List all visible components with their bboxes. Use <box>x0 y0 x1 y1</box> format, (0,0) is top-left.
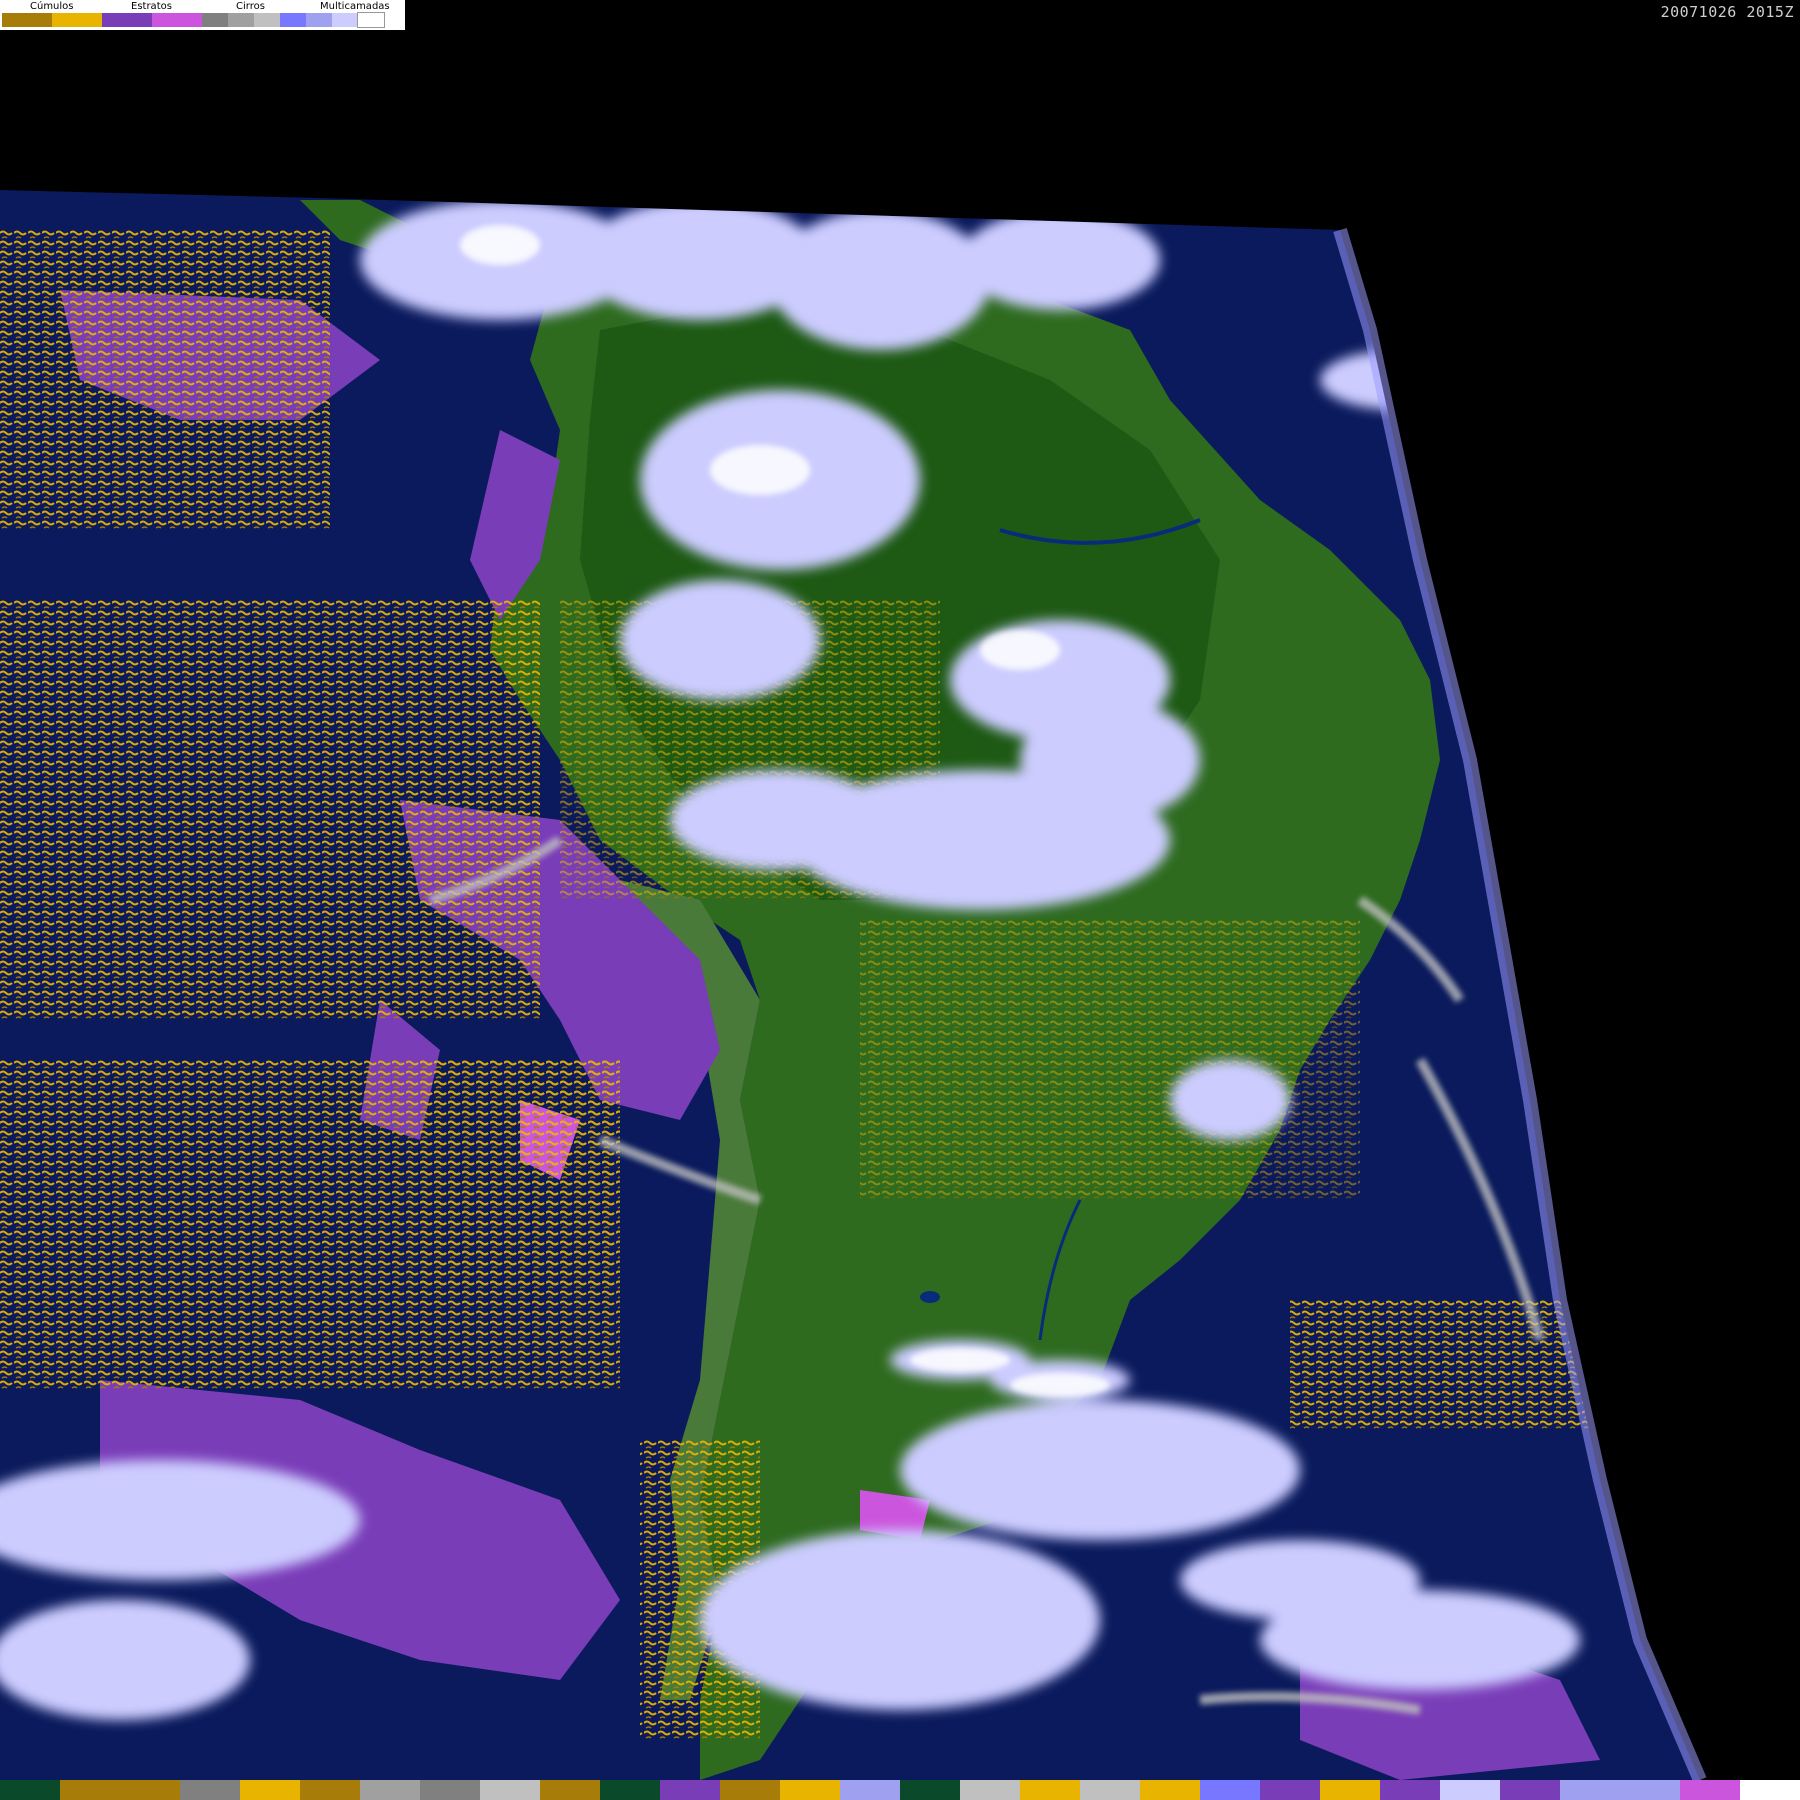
earth-disk <box>0 190 1700 1780</box>
palette-cell <box>1260 1780 1320 1800</box>
palette-cell <box>180 1780 240 1800</box>
cloud-type-legend: Cúmulos Estratos Cirros Multicamadas <box>0 0 405 30</box>
legend-swatch <box>254 13 280 27</box>
palette-cell <box>240 1780 300 1800</box>
palette-bar <box>0 1780 1800 1800</box>
palette-cell <box>60 1780 120 1800</box>
palette-cell <box>1140 1780 1200 1800</box>
palette-cell <box>120 1780 180 1800</box>
legend-label-multilayer: Multicamadas <box>320 1 390 12</box>
palette-cell <box>1560 1780 1620 1800</box>
palette-cell <box>300 1780 360 1800</box>
legend-swatch <box>202 13 228 27</box>
legend-swatch <box>306 13 332 27</box>
legend-swatch <box>332 13 358 27</box>
palette-cell <box>540 1780 600 1800</box>
palette-cell <box>720 1780 780 1800</box>
palette-cell <box>1740 1780 1800 1800</box>
palette-cell <box>1440 1780 1500 1800</box>
palette-cell <box>600 1780 660 1800</box>
palette-cell <box>1020 1780 1080 1800</box>
palette-cell <box>360 1780 420 1800</box>
legend-swatch <box>357 12 385 28</box>
legend-swatch <box>2 13 52 27</box>
satellite-cloud-map <box>0 190 1707 1783</box>
palette-cell <box>1080 1780 1140 1800</box>
legend-label-cumulus: Cúmulos <box>30 1 74 12</box>
palette-cell <box>420 1780 480 1800</box>
legend-swatch <box>52 13 102 27</box>
legend-swatch <box>102 13 152 27</box>
palette-cell <box>1500 1780 1560 1800</box>
palette-cell <box>780 1780 840 1800</box>
legend-swatch <box>280 13 306 27</box>
legend-swatch <box>152 13 202 27</box>
palette-cell <box>1320 1780 1380 1800</box>
lake-titicaca <box>920 1291 940 1303</box>
palette-cell <box>1680 1780 1740 1800</box>
palette-cell <box>1620 1780 1680 1800</box>
palette-cell <box>480 1780 540 1800</box>
image-timestamp: 20071026 2015Z <box>1660 3 1794 21</box>
palette-cell <box>1200 1780 1260 1800</box>
palette-cell <box>660 1780 720 1800</box>
palette-cell <box>1380 1780 1440 1800</box>
palette-cell <box>840 1780 900 1800</box>
legend-label-stratus: Estratos <box>131 1 172 12</box>
palette-cell <box>900 1780 960 1800</box>
palette-cell <box>960 1780 1020 1800</box>
legend-swatch <box>228 13 254 27</box>
legend-label-cirrus: Cirros <box>236 1 265 12</box>
palette-cell <box>0 1780 60 1800</box>
